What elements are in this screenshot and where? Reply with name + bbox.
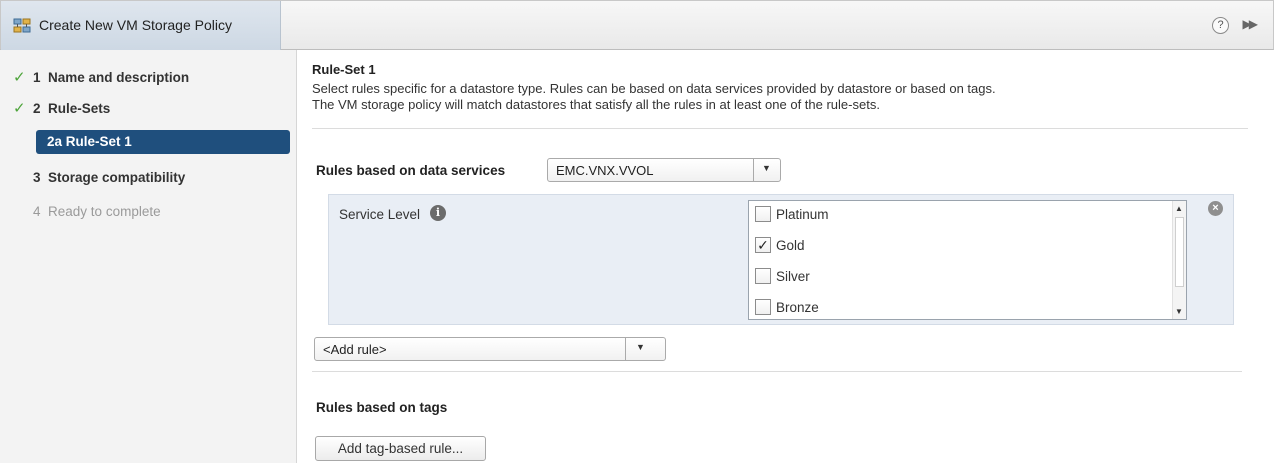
data-services-label: Rules based on data services: [316, 163, 506, 178]
option-label: Platinum: [776, 207, 829, 222]
checkbox-silver[interactable]: [755, 268, 771, 284]
service-level-label: Service Level: [339, 207, 421, 222]
list-item-gold[interactable]: ✓ Gold: [755, 235, 1165, 255]
collapse-icon[interactable]: ▶▶: [1243, 17, 1259, 31]
step-label: Name and description: [48, 70, 190, 85]
step-number: 2a: [47, 134, 63, 149]
step-number: 2: [33, 101, 41, 116]
chevron-down-icon: ▼: [762, 163, 771, 173]
step-rule-sets[interactable]: ✓ 2 Rule-Sets: [0, 98, 297, 120]
wizard-steps-sidebar: ✓ 1 Name and description ✓ 2 Rule-Sets 2…: [0, 50, 297, 463]
dialog-titlebar: Create New VM Storage Policy ? ▶▶: [0, 0, 1274, 50]
tags-section-label: Rules based on tags: [316, 400, 448, 415]
chevron-down-icon: ▼: [636, 342, 645, 352]
scroll-up-icon[interactable]: ▲: [1175, 204, 1183, 213]
checkbox-bronze[interactable]: [755, 299, 771, 315]
step-label: Storage compatibility: [48, 170, 186, 185]
step-number: 4: [33, 204, 41, 219]
divider: [312, 128, 1248, 129]
description-line-2: The VM storage policy will match datasto…: [312, 97, 880, 112]
add-tag-based-rule-button[interactable]: Add tag-based rule...: [315, 436, 486, 461]
step-ready-to-complete: 4 Ready to complete: [0, 201, 297, 223]
option-label: Bronze: [776, 300, 819, 315]
option-label: Silver: [776, 269, 810, 284]
dialog-title: Create New VM Storage Policy: [39, 17, 232, 33]
add-rule-value: <Add rule>: [323, 342, 387, 357]
data-services-select[interactable]: EMC.VNX.VVOL ▼: [547, 158, 781, 182]
check-icon: ✓: [13, 69, 26, 86]
storage-policy-icon: [13, 18, 31, 33]
step-name-and-description[interactable]: ✓ 1 Name and description: [0, 67, 297, 89]
remove-rule-icon[interactable]: ×: [1208, 201, 1223, 216]
checkbox-gold[interactable]: ✓: [755, 237, 771, 253]
step-number: 3: [33, 170, 41, 185]
service-level-listbox[interactable]: Platinum ✓ Gold Silver Bronze ▲ ▼: [748, 200, 1187, 320]
list-item-platinum[interactable]: Platinum: [755, 204, 1165, 224]
step-label: Rule-Sets: [48, 101, 111, 116]
page-title: Rule-Set 1: [312, 62, 376, 77]
divider: [312, 371, 1242, 372]
listbox-scrollbar[interactable]: ▲ ▼: [1172, 201, 1186, 319]
step-label: Ready to complete: [48, 204, 161, 219]
page-description: Select rules specific for a datastore ty…: [312, 81, 996, 113]
checkbox-platinum[interactable]: [755, 206, 771, 222]
step-storage-compatibility[interactable]: 3 Storage compatibility: [0, 167, 297, 189]
title-segment: Create New VM Storage Policy: [1, 1, 281, 50]
add-rule-select[interactable]: <Add rule> ▼: [314, 337, 666, 361]
help-icon[interactable]: ?: [1212, 17, 1229, 34]
scroll-thumb[interactable]: [1175, 217, 1184, 287]
option-label: Gold: [776, 238, 805, 253]
check-icon: ✓: [13, 100, 26, 117]
step-number: 1: [33, 70, 41, 85]
step-rule-set-1[interactable]: 2a Rule-Set 1: [36, 130, 290, 154]
list-item-silver[interactable]: Silver: [755, 266, 1165, 286]
list-item-bronze[interactable]: Bronze: [755, 297, 1165, 317]
step-label: Rule-Set 1: [65, 134, 132, 149]
service-level-rule: Service Level i Platinum ✓ Gold Silver B…: [328, 194, 1234, 325]
data-services-value: EMC.VNX.VVOL: [556, 163, 654, 178]
rule-set-content: Rule-Set 1 Select rules specific for a d…: [298, 50, 1274, 463]
scroll-down-icon[interactable]: ▼: [1175, 307, 1183, 316]
info-icon[interactable]: i: [430, 205, 446, 221]
description-line-1: Select rules specific for a datastore ty…: [312, 81, 996, 96]
